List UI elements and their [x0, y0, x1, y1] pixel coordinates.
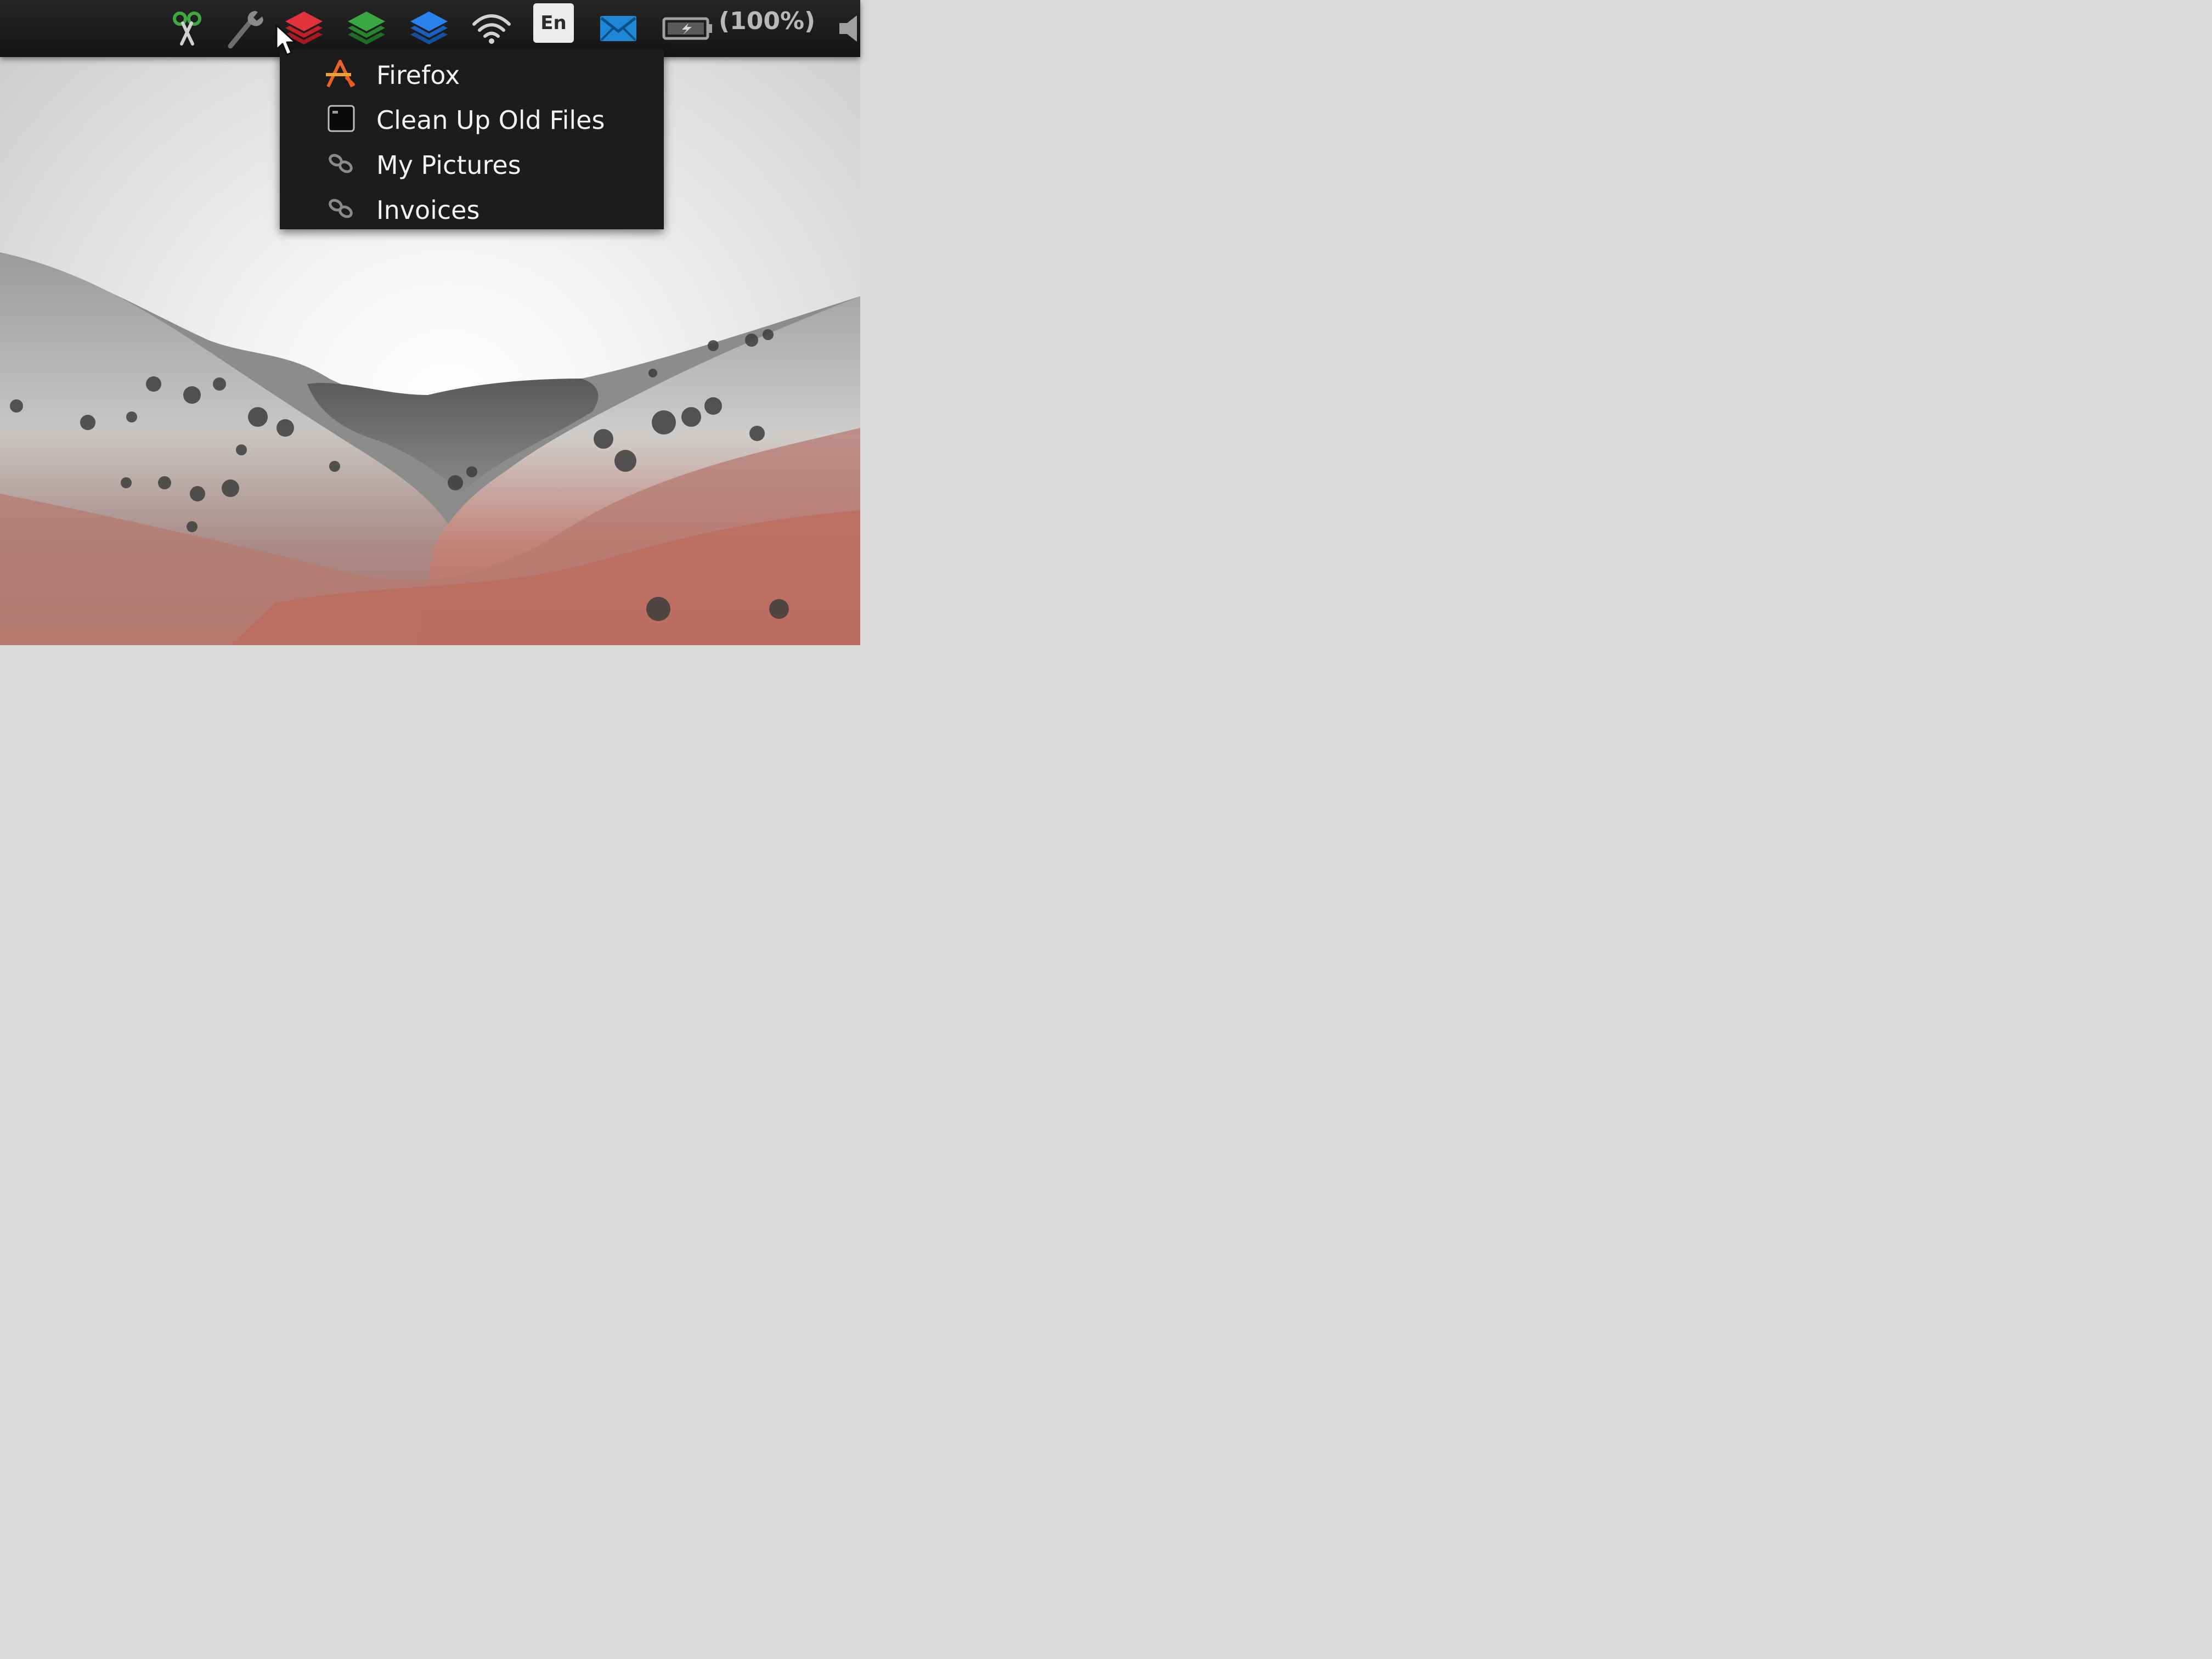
firefox-app-icon: [325, 57, 358, 90]
top-panel: En (100%): [0, 0, 860, 57]
terminal-icon: [325, 102, 358, 135]
speaker-icon[interactable]: [836, 8, 860, 49]
stack-green-icon[interactable]: [345, 8, 388, 49]
menu-item-label: Invoices: [376, 195, 480, 225]
link-icon: [325, 192, 358, 225]
wifi-icon[interactable]: [470, 8, 514, 49]
mouse-pointer-icon: [275, 24, 296, 56]
menu-item-firefox[interactable]: Firefox: [280, 53, 664, 97]
menu-item-label: My Pictures: [376, 150, 521, 180]
battery-icon[interactable]: [662, 8, 714, 49]
stack-blue-icon[interactable]: [407, 8, 451, 49]
menu-item-invoices[interactable]: Invoices: [280, 188, 664, 232]
menu-item-label: Clean Up Old Files: [376, 105, 605, 135]
scissors-icon[interactable]: [169, 8, 205, 49]
mail-icon[interactable]: [598, 8, 639, 49]
menu-item-label: Firefox: [376, 60, 460, 90]
keyboard-language-indicator[interactable]: En: [533, 3, 574, 43]
wrench-icon[interactable]: [224, 8, 268, 49]
indicator-dropdown-menu: Firefox Clean Up Old Files My Pictures I…: [280, 49, 664, 229]
link-icon: [325, 147, 358, 180]
menu-item-my-pictures[interactable]: My Pictures: [280, 143, 664, 187]
menu-item-clean-up-old-files[interactable]: Clean Up Old Files: [280, 98, 664, 142]
battery-percentage: (100%): [719, 7, 816, 35]
